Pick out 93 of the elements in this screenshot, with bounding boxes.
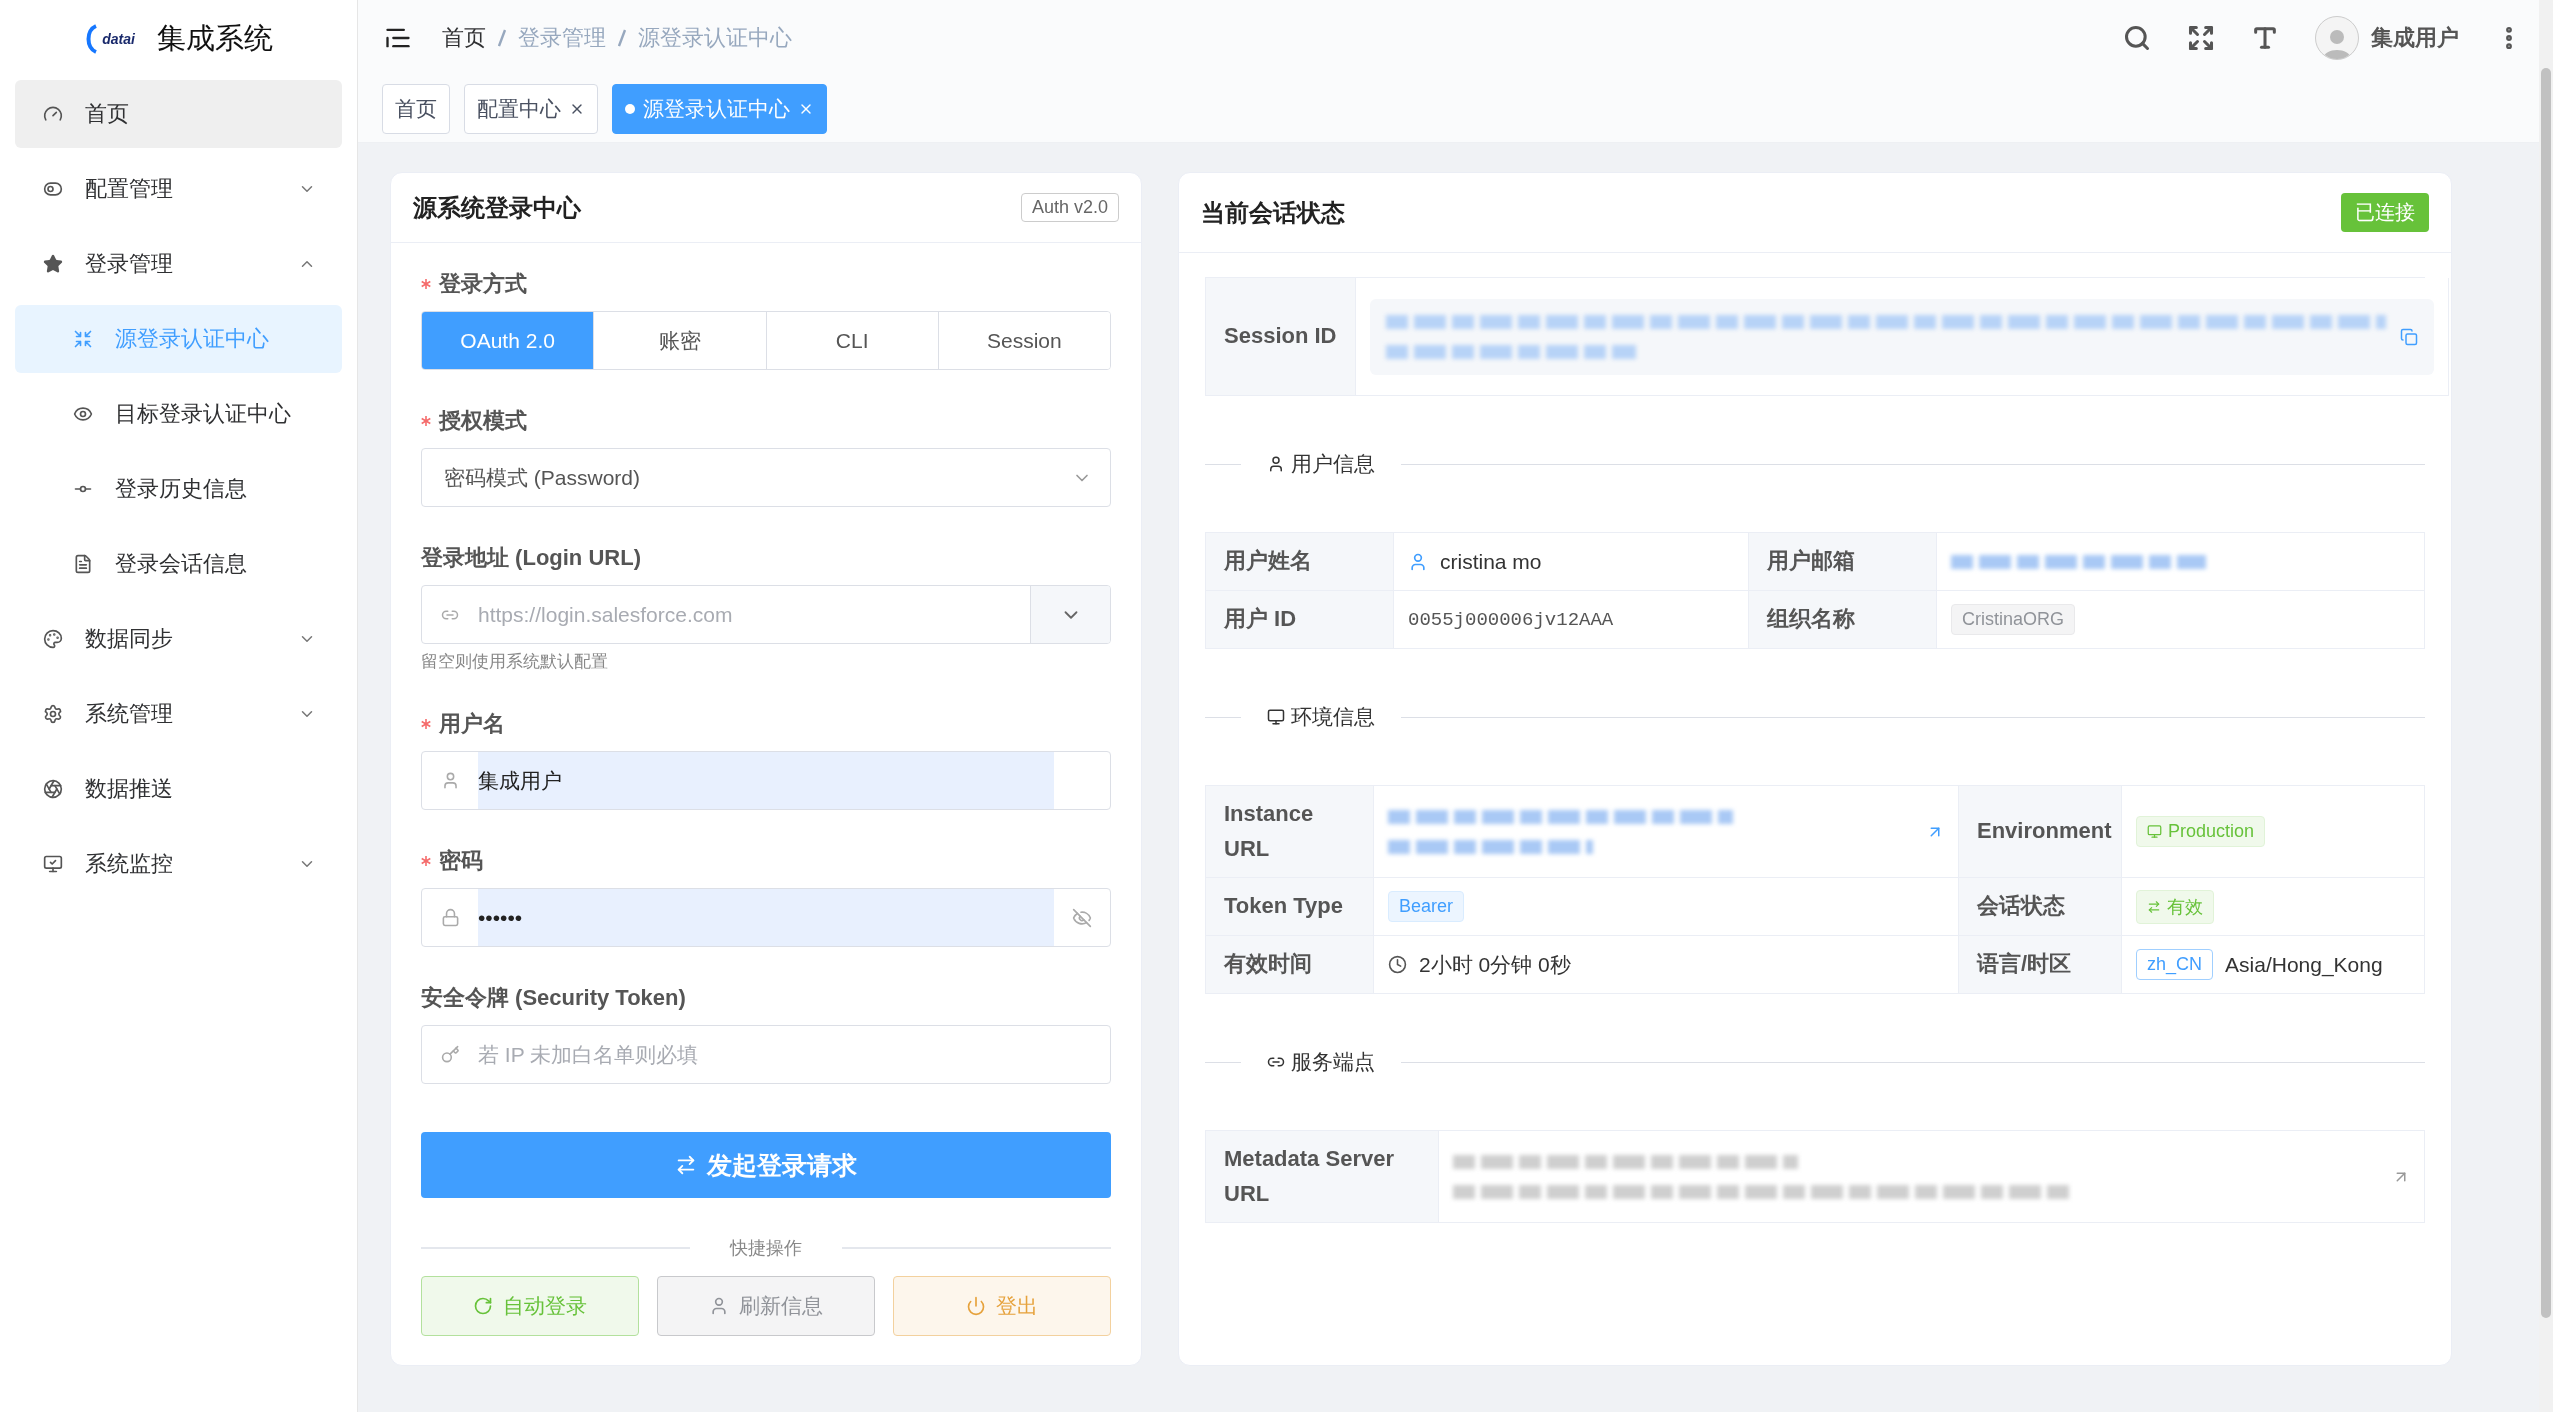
clock-icon <box>1388 955 1407 974</box>
swap-icon <box>2147 899 2161 914</box>
table-header-cell: Session ID <box>1206 278 1356 396</box>
sidebar-item[interactable]: 数据同步 <box>15 605 342 673</box>
section-title: 快捷操作 <box>730 1237 802 1260</box>
segment-option[interactable]: Session <box>937 312 1110 369</box>
logo-text: datai <box>102 31 135 47</box>
table-header-cell: 用户姓名 <box>1206 533 1394 591</box>
toggle-icon <box>43 179 63 199</box>
table-header-cell: Instance URL <box>1206 786 1374 878</box>
table-header-cell: 有效时间 <box>1206 936 1374 994</box>
card-title: 当前会话状态 <box>1201 197 1345 228</box>
tab[interactable]: 配置中心 <box>464 84 598 134</box>
token-type-tag: Bearer <box>1388 891 1465 922</box>
table-header-cell: Token Type <box>1206 878 1374 936</box>
sidebar-item[interactable]: 登录管理 <box>15 230 342 298</box>
field-label: 授权模式 <box>439 407 527 435</box>
copy-icon[interactable] <box>2400 327 2418 346</box>
user-icon <box>1408 551 1428 572</box>
app-title: 集成系统 <box>156 21 273 56</box>
user-id: 0055j000006jv12AAA <box>1408 608 1614 631</box>
tab[interactable]: 首页 <box>382 84 450 134</box>
required-icon <box>421 719 431 729</box>
sidebar-item[interactable]: 系统监控 <box>15 830 342 898</box>
password-field[interactable]: •••••• <box>421 888 1111 947</box>
breadcrumb-item[interactable]: 首页 <box>442 23 486 53</box>
monitor-icon <box>43 854 63 874</box>
scrollbar-thumb[interactable] <box>2541 68 2551 1318</box>
gear-icon <box>43 704 63 724</box>
table-header-cell: 用户 ID <box>1206 591 1394 649</box>
eye-icon <box>73 404 93 424</box>
field-label: 密码 <box>439 847 483 875</box>
table-header-cell: Metadata Server URL <box>1206 1131 1439 1223</box>
table-header-cell: 组织名称 <box>1749 591 1937 649</box>
section-title: 环境信息 <box>1267 703 1375 731</box>
document-icon <box>73 554 93 574</box>
key-icon <box>440 1045 460 1064</box>
status-badge: 已连接 <box>2341 193 2429 232</box>
star-icon <box>43 254 63 274</box>
table-header-cell: 语言/时区 <box>1959 936 2122 994</box>
refresh-icon <box>473 1296 493 1316</box>
text-size-icon[interactable] <box>2251 24 2279 52</box>
section-title: 用户信息 <box>1267 450 1375 478</box>
separator-icon <box>498 29 506 47</box>
arrows-in-icon <box>73 329 93 349</box>
sidebar-item[interactable]: 系统管理 <box>15 680 342 748</box>
section-title: 服务端点 <box>1267 1048 1375 1076</box>
required-icon <box>421 279 431 289</box>
breadcrumb-item: 源登录认证中心 <box>638 24 792 52</box>
required-icon <box>421 416 431 426</box>
monitor-icon <box>1267 708 1285 726</box>
username-field[interactable]: 集成用户 <box>421 751 1111 810</box>
card-title: 源系统登录中心 <box>413 192 581 223</box>
lock-icon <box>440 908 460 927</box>
monitor-icon <box>2147 824 2162 839</box>
dashboard-icon <box>43 104 63 124</box>
field-label: 登录方式 <box>439 270 527 298</box>
required-icon <box>421 856 431 866</box>
search-icon[interactable] <box>2123 24 2151 52</box>
timezone-text: Asia/Hong_Kong <box>2225 952 2383 977</box>
status-tag: 有效 <box>2136 889 2214 924</box>
sidebar-item[interactable]: 登录会话信息 <box>15 530 342 598</box>
locale-tag: zh_CN <box>2136 949 2214 980</box>
power-icon <box>966 1296 986 1316</box>
aperture-icon <box>43 779 63 799</box>
sidebar-item[interactable]: 数据推送 <box>15 755 342 823</box>
duration-text: 2小时 0分钟 0秒 <box>1419 951 1571 978</box>
avatar[interactable] <box>2315 16 2359 60</box>
sidebar-item[interactable]: 登录历史信息 <box>15 455 342 523</box>
org-tag: CristinaORG <box>1951 604 2075 635</box>
user-icon <box>709 1296 729 1316</box>
user-name: cristina mo <box>1440 549 1542 574</box>
separator-icon <box>618 29 626 47</box>
version-badge: Auth v2.0 <box>1020 193 1119 222</box>
field-hint: 留空则使用系统默认配置 <box>421 651 609 673</box>
table-header-cell: 用户邮箱 <box>1749 533 1937 591</box>
eye-off-icon[interactable] <box>1072 907 1092 928</box>
environment-tag: Production <box>2136 816 2266 847</box>
field-label: 登录地址 (Login URL) <box>421 544 641 572</box>
select-field[interactable]: 密码模式 (Password) <box>421 448 1111 507</box>
field-label: 用户名 <box>439 710 505 738</box>
table-header-cell: Environment <box>1959 786 2122 878</box>
user-name[interactable]: 集成用户 <box>2371 23 2459 53</box>
palette-icon <box>43 629 63 649</box>
swap-icon <box>675 1154 697 1176</box>
field-label: 安全令牌 (Security Token) <box>421 984 686 1012</box>
sidebar-item[interactable]: 目标登录认证中心 <box>15 380 342 448</box>
sidebar-item[interactable]: 配置管理 <box>15 155 342 223</box>
active-dot-icon <box>625 104 635 114</box>
fullscreen-icon[interactable] <box>2187 24 2215 52</box>
user-icon <box>1267 455 1285 473</box>
table-header-cell: 会话状态 <box>1959 878 2122 936</box>
sidebar-item[interactable]: 首页 <box>15 80 342 148</box>
